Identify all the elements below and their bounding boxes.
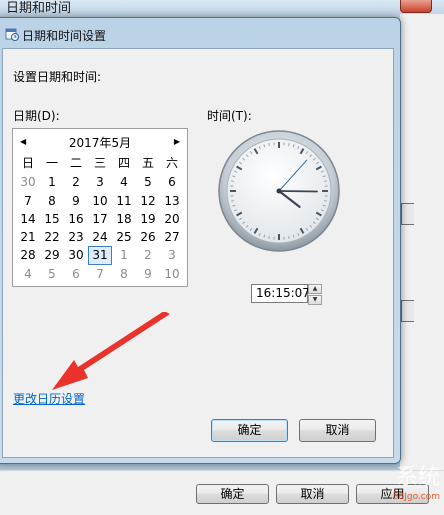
calendar-day[interactable]: 29 — [40, 246, 64, 264]
clock-minute-tick — [231, 201, 234, 202]
cancel-button[interactable]: 取消 — [299, 419, 376, 442]
calendar-clock-icon — [5, 27, 19, 41]
calendar-day[interactable]: 16 — [64, 210, 88, 228]
calendar-day-other-month[interactable]: 2 — [136, 246, 160, 264]
calendar-day-other-month[interactable]: 9 — [136, 265, 160, 283]
calendar-day[interactable]: 28 — [16, 246, 40, 264]
background-window-title: 日期和时间 — [6, 0, 71, 16]
calendar-day[interactable]: 20 — [160, 210, 184, 228]
next-month-icon[interactable]: ▶ — [174, 137, 180, 146]
calendar-day[interactable]: 23 — [64, 228, 88, 246]
weekday-label: 五 — [136, 155, 160, 173]
calendar-day-other-month[interactable]: 7 — [88, 265, 112, 283]
calendar-day[interactable]: 18 — [112, 210, 136, 228]
calendar-day-other-month[interactable]: 6 — [64, 265, 88, 283]
background-partial-button[interactable] — [401, 300, 414, 322]
calendar-day[interactable]: 19 — [136, 210, 160, 228]
time-input[interactable]: 16:15:07 — [251, 284, 308, 303]
background-partial-button[interactable] — [401, 203, 414, 225]
weekday-label: 六 — [160, 155, 184, 173]
time-spinner[interactable]: ▲ ▼ — [308, 284, 322, 303]
background-ok-button[interactable]: 确定 — [196, 484, 269, 504]
calendar-day[interactable]: 8 — [40, 192, 64, 210]
calendar-week-row: 21222324252627 — [16, 228, 184, 246]
calendar-day[interactable]: 27 — [160, 228, 184, 246]
weekday-label: 日 — [16, 155, 40, 173]
clock-minute-tick — [289, 236, 290, 239]
weekday-label: 三 — [88, 155, 112, 173]
clock-minute-tick — [231, 181, 234, 182]
calendar-week-row: 28293031123 — [16, 246, 184, 264]
weekday-label: 一 — [40, 155, 64, 173]
clock-minute-tick — [324, 201, 327, 202]
calendar-day[interactable]: 9 — [64, 192, 88, 210]
calendar-day-selected[interactable]: 31 — [88, 246, 112, 264]
calendar-day[interactable]: 24 — [88, 228, 112, 246]
date-label: 日期(D): — [13, 107, 60, 124]
calendar-day[interactable]: 3 — [88, 173, 112, 191]
background-content-area — [400, 14, 444, 488]
calendar-day[interactable]: 10 — [88, 192, 112, 210]
calendar-month-title[interactable]: 2017年5月 — [13, 134, 187, 151]
background-titlebar: 日期和时间 — [0, 0, 444, 14]
red-arrow-annotation — [50, 312, 176, 396]
calendar-day[interactable]: 13 — [160, 192, 184, 210]
background-cancel-button[interactable]: 取消 — [276, 484, 349, 504]
ok-button[interactable]: 确定 — [211, 419, 288, 442]
calendar[interactable]: ◀ 2017年5月 ▶ 日一二三四五六301234567891011121314… — [12, 128, 188, 287]
calendar-day-other-month[interactable]: 4 — [16, 265, 40, 283]
calendar-day-other-month[interactable]: 8 — [112, 265, 136, 283]
calendar-day[interactable]: 4 — [112, 173, 136, 191]
close-button[interactable] — [400, 0, 432, 13]
spin-up-icon[interactable]: ▲ — [308, 284, 322, 294]
calendar-day-other-month[interactable]: 3 — [160, 246, 184, 264]
calendar-day[interactable]: 7 — [16, 192, 40, 210]
clock-minute-tick — [324, 181, 327, 182]
time-label: 时间(T): — [207, 107, 252, 124]
clock-minute-tick — [269, 143, 270, 146]
calendar-week-row: 45678910 — [16, 265, 184, 283]
calendar-day[interactable]: 1 — [40, 173, 64, 191]
calendar-day[interactable]: 26 — [136, 228, 160, 246]
calendar-day-other-month[interactable]: 1 — [112, 246, 136, 264]
calendar-week-row: 30123456 — [16, 173, 184, 191]
watermark: 系统 58Jgo.com — [370, 464, 440, 508]
calendar-day[interactable]: 6 — [160, 173, 184, 191]
clock-minute-tick — [289, 143, 290, 146]
calendar-week-row: 78910111213 — [16, 192, 184, 210]
calendar-day[interactable]: 5 — [136, 173, 160, 191]
calendar-day[interactable]: 15 — [40, 210, 64, 228]
spin-down-icon[interactable]: ▼ — [308, 295, 322, 305]
clock-center — [277, 189, 282, 194]
weekday-label: 四 — [112, 155, 136, 173]
calendar-day[interactable]: 30 — [64, 246, 88, 264]
weekday-label: 二 — [64, 155, 88, 173]
calendar-day-other-month[interactable]: 5 — [40, 265, 64, 283]
calendar-day[interactable]: 22 — [40, 228, 64, 246]
calendar-day[interactable]: 2 — [64, 173, 88, 191]
dialog-title: 日期和时间设置 — [22, 27, 106, 44]
watermark-text: 系统 — [396, 465, 440, 490]
calendar-week-row: 14151617181920 — [16, 210, 184, 228]
analog-clock — [214, 128, 344, 258]
clock-minute-tick — [269, 236, 270, 239]
calendar-day[interactable]: 21 — [16, 228, 40, 246]
weekday-header-row: 日一二三四五六 — [16, 155, 184, 173]
set-date-time-heading: 设置日期和时间: — [13, 68, 101, 85]
change-calendar-settings-link[interactable]: 更改日历设置 — [13, 390, 85, 407]
calendar-day[interactable]: 25 — [112, 228, 136, 246]
watermark-site: 58Jgo.com — [370, 492, 440, 502]
calendar-day[interactable]: 17 — [88, 210, 112, 228]
calendar-day-other-month[interactable]: 10 — [160, 265, 184, 283]
calendar-day[interactable]: 14 — [16, 210, 40, 228]
calendar-grid: 日一二三四五六301234567891011121314151617181920… — [16, 155, 184, 283]
calendar-day[interactable]: 11 — [112, 192, 136, 210]
calendar-day[interactable]: 12 — [136, 192, 160, 210]
calendar-day-other-month[interactable]: 30 — [16, 173, 40, 191]
